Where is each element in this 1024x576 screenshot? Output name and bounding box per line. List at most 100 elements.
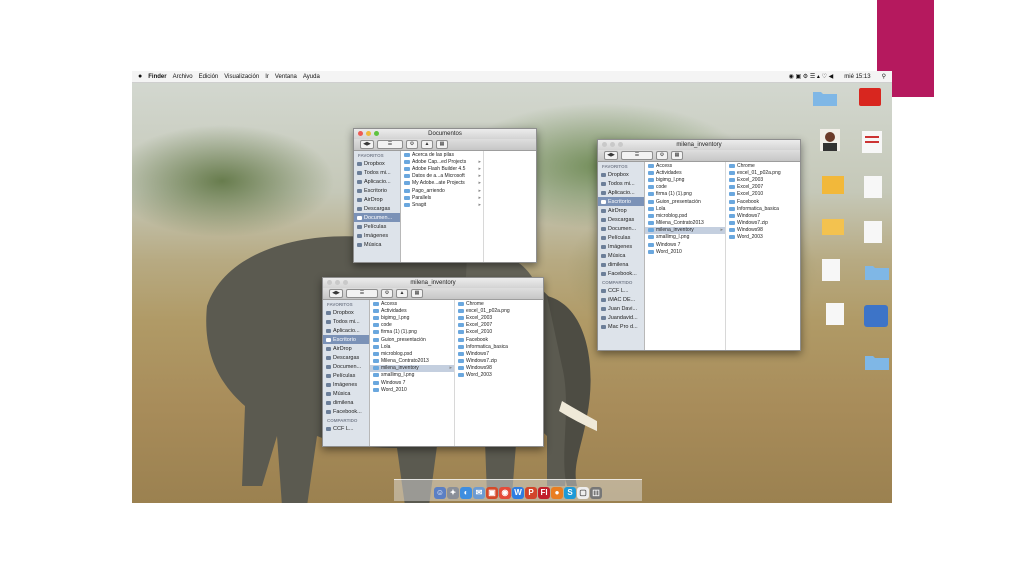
folder-icon[interactable]	[864, 263, 890, 281]
list-item[interactable]: Facebook	[455, 336, 543, 343]
document-icon[interactable]	[864, 221, 882, 243]
view-buttons[interactable]: ☰	[621, 151, 653, 160]
list-item[interactable]: Chrome	[726, 162, 800, 169]
sidebar-item[interactable]: Música	[323, 389, 369, 398]
sidebar-item-selected[interactable]: Documen...	[354, 213, 400, 222]
flash-dock-icon[interactable]: Fl	[538, 487, 550, 499]
list-item[interactable]: Word_2003	[455, 372, 543, 379]
list-item[interactable]: code	[645, 184, 725, 191]
close-icon[interactable]	[358, 131, 363, 136]
user-avatar-icon[interactable]	[820, 129, 840, 151]
image-file-icon[interactable]	[822, 176, 844, 194]
arrange-icon[interactable]: ▦	[436, 140, 448, 149]
chrome-dock-icon[interactable]: ◉	[499, 487, 511, 499]
sidebar-item[interactable]: Películas	[323, 371, 369, 380]
sidebar-item[interactable]: Mac Pro d...	[598, 322, 644, 331]
share-icon[interactable]: ▲	[396, 289, 408, 298]
minimize-icon[interactable]	[366, 131, 371, 136]
list-item[interactable]: Excel_2003	[455, 314, 543, 321]
back-forward-buttons[interactable]: ◀▶	[329, 289, 343, 298]
list-item[interactable]: firma (1) (1).png	[370, 329, 454, 336]
desktop-folder-icon[interactable]	[812, 89, 838, 107]
sidebar-item[interactable]: iMAC DE...	[598, 295, 644, 304]
sidebar-item[interactable]: AirDrop	[354, 195, 400, 204]
list-item[interactable]: Excel_2003	[726, 176, 800, 183]
arrange-icon[interactable]: ▦	[671, 151, 683, 160]
list-item[interactable]: Snagit ▸	[401, 201, 483, 208]
list-item[interactable]: Informatica_basica	[726, 205, 800, 212]
window-controls[interactable]	[602, 142, 623, 147]
list-item[interactable]: Word_2003	[726, 234, 800, 241]
word-dock-icon[interactable]: W	[512, 487, 524, 499]
title-bar[interactable]: milena_inventory	[598, 140, 800, 150]
mail-dock-icon[interactable]: ✉	[473, 487, 485, 499]
finder-window-milena-inventory-right[interactable]: milena_inventory ◀▶ ☰ ⚙ ▦ FAVORITOS Drop…	[597, 139, 801, 351]
menu-ayuda[interactable]: Ayuda	[303, 74, 320, 80]
back-forward-buttons[interactable]: ◀▶	[604, 151, 618, 160]
list-item[interactable]: Informatica_basica	[455, 343, 543, 350]
window-controls[interactable]	[358, 131, 379, 136]
sidebar-item[interactable]: dimilena	[598, 260, 644, 269]
photos-dock-icon[interactable]: ▣	[486, 487, 498, 499]
sidebar-item-selected[interactable]: Escritorio	[323, 335, 369, 344]
sidebar-item[interactable]: Juan Davi...	[598, 304, 644, 313]
sidebar-item[interactable]: Imágenes	[598, 242, 644, 251]
list-item[interactable]: Actividades	[645, 169, 725, 176]
list-item[interactable]: Windows7.zip	[726, 220, 800, 227]
sidebar-item[interactable]: Descargas	[323, 353, 369, 362]
list-item[interactable]: Access	[645, 162, 725, 169]
window-controls[interactable]	[327, 280, 348, 285]
list-item[interactable]: Guion_presentación	[645, 198, 725, 205]
sidebar-item[interactable]: Todos mi...	[598, 179, 644, 188]
sidebar-item[interactable]: Imágenes	[323, 380, 369, 389]
sidebar-item[interactable]: Todos mi...	[323, 317, 369, 326]
gear-icon[interactable]: ⚙	[406, 140, 418, 149]
sidebar-item[interactable]: Documen...	[323, 362, 369, 371]
sidebar-item[interactable]: AirDrop	[323, 344, 369, 353]
list-item[interactable]: firma (1) (1).png	[645, 191, 725, 198]
list-item[interactable]: microblog.psd	[370, 350, 454, 357]
finder-window-documentos[interactable]: Documentos ◀▶ ☰ ⚙ ▲ ▦ FAVORITOS Dropbox …	[353, 128, 537, 263]
zoom-icon[interactable]	[374, 131, 379, 136]
sidebar-item[interactable]: Dropbox	[598, 170, 644, 179]
firefox-dock-icon[interactable]: ●	[551, 487, 563, 499]
list-item[interactable]: smallimg_l.png	[370, 372, 454, 379]
sidebar-item[interactable]: dimilena	[323, 398, 369, 407]
share-icon[interactable]: ▲	[421, 140, 433, 149]
list-item[interactable]: Acerca de las pilas	[401, 151, 483, 158]
list-item[interactable]: excel_01_p02a.png	[726, 169, 800, 176]
list-item[interactable]: Datos de a...a Microsoft ▸	[401, 173, 483, 180]
minimize-icon[interactable]	[335, 280, 340, 285]
powerpoint-dock-icon[interactable]: P	[525, 487, 537, 499]
folder-icon[interactable]	[864, 353, 890, 371]
list-item[interactable]: Excel_2010	[726, 191, 800, 198]
sidebar-item[interactable]: Todos mi...	[354, 168, 400, 177]
list-item[interactable]: Windows98	[455, 365, 543, 372]
gear-icon[interactable]: ⚙	[656, 151, 668, 160]
sidebar-item[interactable]: Dropbox	[323, 308, 369, 317]
apple-menu-icon[interactable]: ●	[138, 73, 142, 80]
title-bar[interactable]: Documentos	[354, 129, 536, 139]
back-forward-buttons[interactable]: ◀▶	[360, 140, 374, 149]
finder-dock-icon[interactable]: ☺	[434, 487, 446, 499]
sidebar-item[interactable]: CCF L...	[598, 286, 644, 295]
sidebar-item[interactable]: Películas	[598, 233, 644, 242]
sidebar-item[interactable]: Dropbox	[354, 159, 400, 168]
list-item[interactable]: Access	[370, 300, 454, 307]
sidebar-item[interactable]: Películas	[354, 222, 400, 231]
menu-edicion[interactable]: Edición	[199, 74, 219, 80]
list-item[interactable]: Excel_2010	[455, 329, 543, 336]
menubar-clock[interactable]: mié 15:13	[844, 74, 870, 80]
preview-dock-icon[interactable]: ▢	[577, 487, 589, 499]
list-item[interactable]: Milena_Contrato2013	[645, 220, 725, 227]
list-item[interactable]: bigimg_l.png	[645, 176, 725, 183]
list-item[interactable]: Chrome	[455, 300, 543, 307]
list-item[interactable]: Adobe Flash Builder 4.5 ▸	[401, 165, 483, 172]
list-item-selected[interactable]: milena_inventory ▸	[645, 226, 725, 234]
launchpad-dock-icon[interactable]: ✦	[447, 487, 459, 499]
list-item[interactable]: Windows 7	[370, 379, 454, 386]
document-icon[interactable]	[826, 303, 844, 325]
list-item[interactable]: Excel_2007	[726, 184, 800, 191]
close-icon[interactable]	[327, 280, 332, 285]
sidebar-item[interactable]: Música	[354, 240, 400, 249]
